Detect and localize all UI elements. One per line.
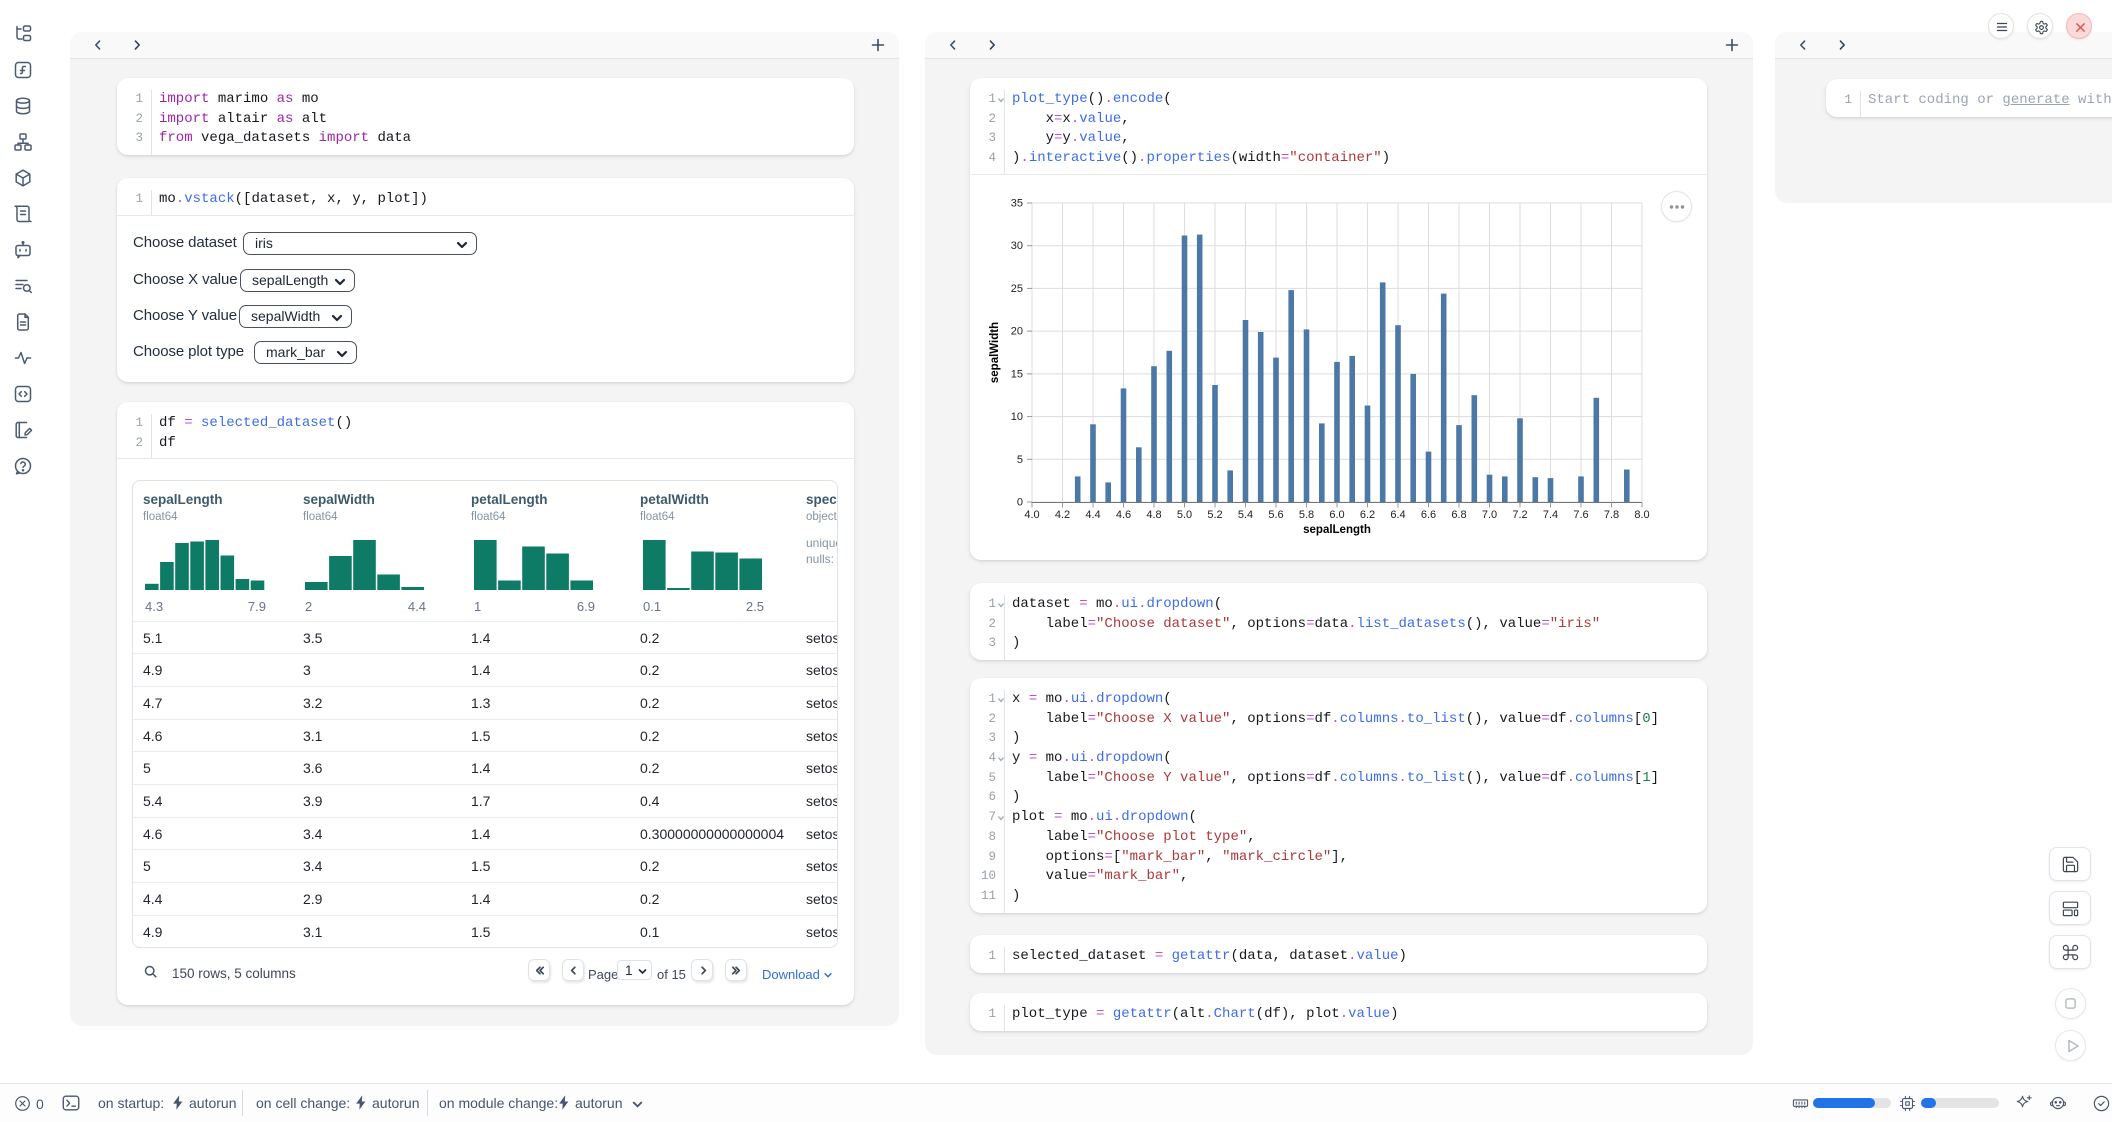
svg-text:7.8: 7.8	[1604, 509, 1619, 521]
svg-text:6.6: 6.6	[1421, 509, 1436, 521]
svg-text:6.2: 6.2	[1360, 509, 1375, 521]
svg-text:25: 25	[1011, 283, 1023, 295]
svg-text:6.4: 6.4	[1390, 509, 1405, 521]
svg-text:6.8: 6.8	[1451, 509, 1466, 521]
svg-text:sepalLength: sepalLength	[1303, 524, 1371, 536]
svg-text:5.4: 5.4	[1238, 509, 1253, 521]
svg-text:5: 5	[1017, 454, 1023, 466]
svg-text:10: 10	[1011, 411, 1023, 423]
svg-text:20: 20	[1011, 326, 1023, 338]
svg-text:15: 15	[1011, 368, 1023, 380]
svg-text:7.0: 7.0	[1482, 509, 1497, 521]
svg-text:8.0: 8.0	[1634, 509, 1649, 521]
svg-text:5.2: 5.2	[1207, 509, 1222, 521]
svg-text:5.8: 5.8	[1299, 509, 1314, 521]
svg-text:4.4: 4.4	[1085, 509, 1100, 521]
svg-text:7.2: 7.2	[1512, 509, 1527, 521]
svg-text:0: 0	[1017, 497, 1023, 509]
svg-text:4.6: 4.6	[1116, 509, 1131, 521]
svg-text:7.6: 7.6	[1573, 509, 1588, 521]
svg-text:4.0: 4.0	[1024, 509, 1039, 521]
svg-text:7.4: 7.4	[1543, 509, 1558, 521]
svg-text:35: 35	[1011, 198, 1023, 210]
svg-text:4.2: 4.2	[1055, 509, 1070, 521]
svg-text:5.6: 5.6	[1268, 509, 1283, 521]
svg-text:sepalWidth: sepalWidth	[989, 322, 1001, 383]
svg-text:30: 30	[1011, 240, 1023, 252]
svg-text:4.8: 4.8	[1146, 509, 1161, 521]
svg-text:5.0: 5.0	[1177, 509, 1192, 521]
svg-text:6.0: 6.0	[1329, 509, 1344, 521]
